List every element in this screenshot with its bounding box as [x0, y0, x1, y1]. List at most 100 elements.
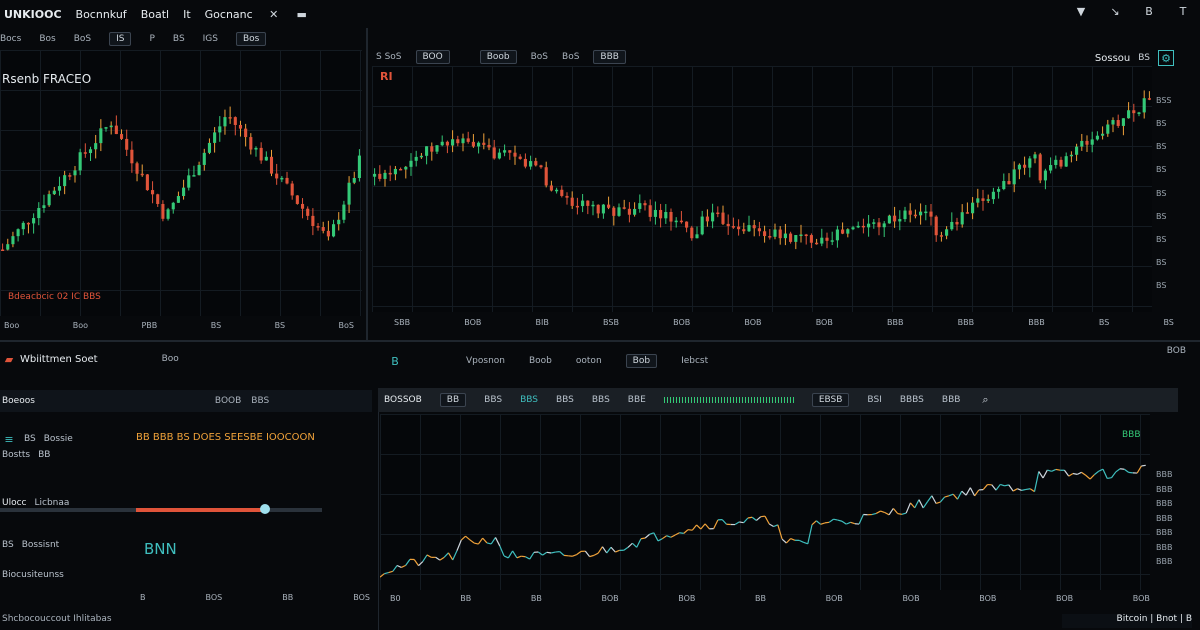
side-row-2[interactable]: Bostts BB [2, 450, 50, 460]
candle-body [508, 150, 512, 153]
candle-body [1007, 181, 1011, 185]
candle-body [1023, 164, 1027, 168]
line-segment [584, 550, 591, 557]
candle-body [187, 175, 191, 188]
toolbar-button[interactable]: BOO [415, 50, 450, 64]
toolbar-item[interactable]: Bos [39, 34, 55, 44]
line-segment [413, 559, 419, 566]
price-label: BS [1156, 281, 1167, 290]
candle-body [161, 203, 165, 219]
left-candlestick-chart[interactable] [0, 50, 362, 316]
candle-body [166, 209, 170, 219]
candle-body [721, 212, 725, 224]
toolbar-item[interactable]: Bocs [0, 34, 21, 44]
vertical-divider-bottom[interactable] [378, 412, 379, 630]
candle-body [643, 203, 647, 206]
toolbar-button[interactable]: BBB [593, 50, 626, 64]
vertical-divider[interactable] [366, 28, 368, 340]
side-row-4[interactable]: BS Bossisnt [2, 540, 59, 550]
toolbar-button[interactable]: Boob [479, 50, 517, 64]
toolbar-item[interactable]: BoS [531, 52, 548, 62]
pin-icon[interactable]: T [1176, 4, 1190, 18]
side-row-1[interactable]: ≡ BS Bossie [2, 432, 72, 446]
data-cell[interactable]: BBB [942, 395, 961, 405]
menu-item-3[interactable]: It [183, 8, 191, 21]
menu-item-1[interactable]: Bocnnkuf [76, 8, 127, 21]
data-cell[interactable]: BBE [628, 395, 646, 405]
line-segment [884, 511, 890, 516]
menu-item-2[interactable]: Boatl [141, 8, 169, 21]
bold-icon[interactable]: B [1142, 4, 1156, 18]
data-cell[interactable]: BOSSOB [384, 395, 422, 405]
line-segment [1107, 477, 1112, 480]
search-icon[interactable]: ⌕ [978, 393, 992, 407]
candle-body [731, 226, 735, 228]
data-cell[interactable]: BBBS [900, 395, 924, 405]
tick-label: BB [282, 593, 294, 602]
line-segment [756, 516, 762, 521]
menu-item-4[interactable]: Gocnanc [205, 8, 253, 21]
line-segment [1115, 468, 1121, 473]
slider-handle[interactable] [260, 504, 270, 514]
candle-body [1111, 120, 1115, 125]
side-row-5[interactable]: Biocusiteunss [2, 570, 64, 580]
data-cell[interactable]: BBS [484, 395, 502, 405]
main-candlestick-chart[interactable] [372, 66, 1152, 312]
candle-body [414, 156, 418, 161]
line-segment [1068, 473, 1074, 477]
tab-item[interactable]: ooton [576, 356, 602, 366]
line-segment [1141, 464, 1146, 467]
line-segment [610, 546, 616, 553]
toolbar-item[interactable]: P [149, 34, 154, 44]
toolbar-item[interactable]: BoS [562, 52, 579, 62]
candle-body [549, 185, 553, 191]
tick-label: PBB [141, 321, 158, 330]
candle-body [378, 173, 382, 179]
tab-item[interactable]: Iebcst [681, 356, 708, 366]
cursor-icon[interactable]: ↘ [1108, 4, 1122, 18]
bookmark-icon[interactable]: B [388, 354, 402, 368]
data-cell[interactable]: EBSB [811, 393, 850, 407]
candle-body [757, 228, 761, 232]
candle-body [404, 166, 408, 170]
candle-body [773, 229, 777, 237]
bottom-line-chart[interactable] [380, 414, 1150, 590]
play-icon[interactable]: ▼ [1074, 4, 1088, 18]
right-badge[interactable]: BS [1138, 53, 1150, 63]
toolbar-item[interactable]: S SoS [376, 52, 402, 62]
tab-button[interactable]: Bob [625, 354, 658, 368]
side-row-3[interactable]: Ulocc Licbnaa [2, 498, 69, 508]
close-tab-icon[interactable]: ✕ [267, 7, 281, 21]
tick-label: BOB [979, 594, 997, 603]
tab-item[interactable]: Boob [529, 356, 552, 366]
toolbar-item[interactable]: IGS [203, 34, 218, 44]
data-cell[interactable]: BBS [556, 395, 574, 405]
tick-label: BOS [205, 593, 223, 602]
side-row-a: BS [2, 540, 14, 550]
toolbar-button[interactable]: IS [109, 32, 132, 46]
price-label: BS [1156, 211, 1167, 221]
tick-label: BOB [744, 318, 762, 327]
line-segment [615, 549, 620, 553]
data-cell[interactable]: BBS [520, 395, 538, 405]
slider-track[interactable] [0, 504, 322, 514]
candle-body [383, 172, 387, 179]
toolbar-button[interactable]: Bos [236, 32, 267, 46]
line-segment [666, 535, 672, 538]
data-cell[interactable]: BB [439, 393, 467, 407]
data-cell[interactable]: BBS [592, 395, 610, 405]
toolbar-item[interactable]: BS [173, 34, 185, 44]
price-label: BBB [1156, 513, 1173, 523]
line-segment [576, 550, 582, 556]
toolbar-item[interactable]: BoS [74, 34, 91, 44]
watchlist-button[interactable]: Boo [162, 354, 179, 364]
minimize-icon[interactable]: ▬ [295, 7, 309, 21]
candle-body [213, 132, 217, 143]
line-segment [521, 555, 526, 558]
settings-icon[interactable]: ⚙ [1158, 50, 1174, 66]
price-label: BS [1156, 257, 1167, 267]
tab-item[interactable]: Vposnon [466, 356, 505, 366]
horizontal-divider[interactable] [0, 340, 1200, 342]
price-label: BBB [1156, 542, 1173, 552]
data-cell[interactable]: BSI [867, 395, 881, 405]
